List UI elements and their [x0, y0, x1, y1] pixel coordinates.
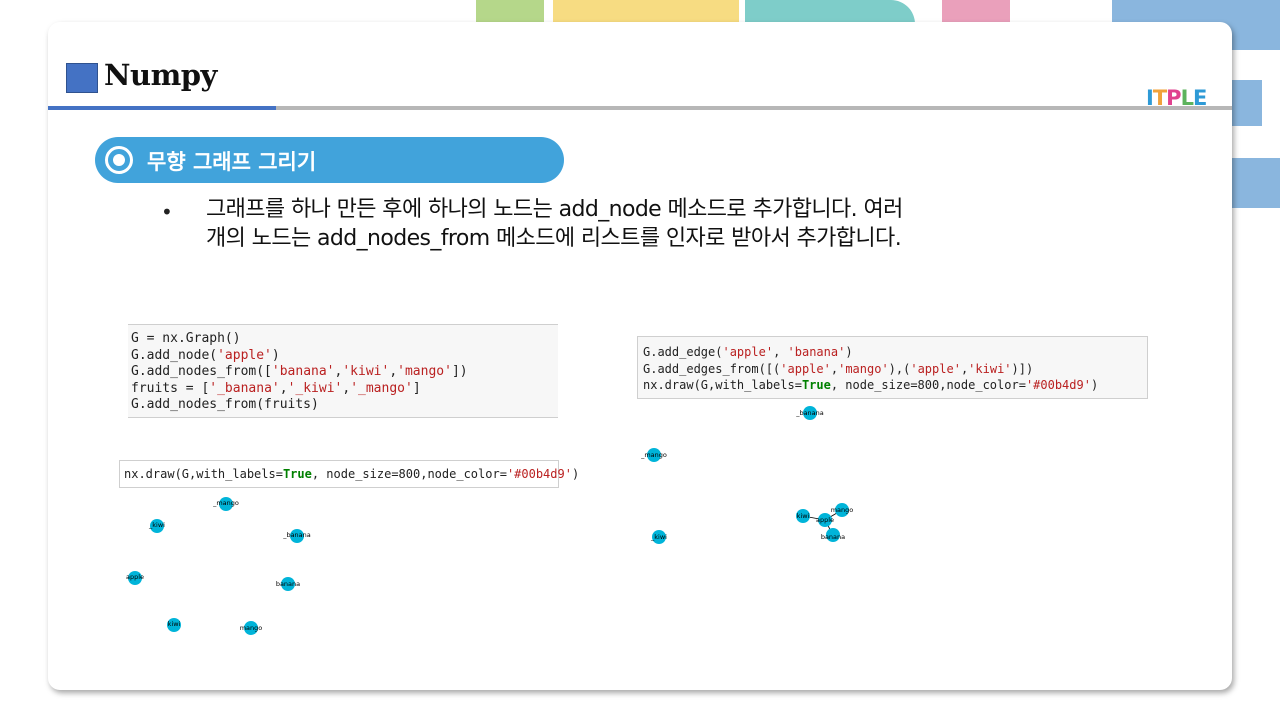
code-string: 'apple' [780, 361, 831, 376]
code-token: , [279, 380, 288, 396]
code-token: , node_size=800,node_color= [830, 378, 1026, 392]
code-token: , [342, 380, 351, 396]
code-token: G.add_edges_from([( [643, 361, 781, 376]
code-token: , [830, 361, 839, 376]
code-line: nx.draw(G,with_labels=True, node_size=80… [643, 377, 1147, 394]
code-string: 'banana' [787, 345, 846, 359]
code-string: 'apple' [217, 347, 272, 363]
code-line: G.add_edge('apple', 'banana') [643, 344, 1147, 361]
code-line: G = nx.Graph() [131, 331, 241, 346]
code-string: 'mango' [397, 364, 452, 379]
code-token: ) [571, 467, 580, 481]
code-token: nx.draw(G,with_labels= [643, 378, 802, 392]
section-title: 무향 그래프 그리기 [147, 150, 317, 174]
logo-letter: P [1166, 86, 1181, 110]
code-token: ),( [888, 361, 911, 376]
section-header: 무향 그래프 그리기 [95, 137, 564, 183]
code-token: ] [412, 380, 421, 396]
target-circle-icon [105, 146, 133, 174]
code-token: )]) [1011, 361, 1034, 376]
code-line: G.add_node('apple') [131, 348, 558, 365]
code-token: G.add_edge( [643, 345, 723, 359]
bullet-line: 그래프를 하나 만든 후에 하나의 노드는 add_node 메소드로 추가합니… [206, 197, 903, 222]
bullet-icon: • [161, 200, 173, 224]
decor-side-block [1232, 158, 1280, 208]
code-line: G.add_nodes_from(fruits) [131, 397, 319, 412]
code-line: fruits = ['_banana','_kiwi','_mango'] [131, 381, 558, 398]
code-token: ) [1090, 378, 1099, 392]
logo-letter: E [1192, 86, 1207, 110]
code-token: G.add_nodes_from([ [131, 364, 272, 379]
itple-logo: ITPLE [1146, 86, 1207, 110]
code-string: '#00b4d9' [506, 467, 572, 481]
decor-tab-yellow [553, 0, 739, 24]
code-cell-add-edges: G.add_edge('apple', 'banana') G.add_edges… [637, 336, 1148, 399]
code-cell-draw: nx.draw(G,with_labels=True, node_size=80… [119, 460, 579, 488]
code-string: 'banana' [271, 364, 335, 379]
code-line: G.add_edges_from([('apple','mango'),('ap… [643, 361, 1147, 378]
code-token: , [389, 364, 398, 379]
code-keyword: True [282, 467, 312, 481]
code-string: 'kiwi' [342, 364, 390, 379]
title-square-icon [66, 63, 98, 93]
code-string: 'mango' [838, 361, 889, 376]
code-string: 'apple' [722, 345, 774, 359]
bullet-line: 개의 노드는 add_nodes_from 메소드에 리스트를 인자로 받아서 … [206, 226, 902, 251]
code-keyword: True [801, 378, 831, 392]
code-cell-create-graph: G = nx.Graph() G.add_node('apple') G.add_n… [128, 324, 558, 418]
title-divider-accent [48, 106, 276, 110]
logo-letter: T [1152, 86, 1167, 110]
code-token: ) [845, 345, 853, 359]
bullet-text: 그래프를 하나 만든 후에 하나의 노드는 add_node 메소드로 추가합니… [206, 195, 1126, 253]
slide-title: Numpy [104, 58, 217, 92]
code-line: G.add_nodes_from(['banana','kiwi','mango… [131, 364, 558, 381]
code-string: '#00b4d9' [1025, 378, 1091, 392]
logo-letter: L [1180, 86, 1194, 110]
logo-letter: I [1146, 86, 1154, 110]
code-token: G.add_node( [131, 347, 218, 363]
code-string: '_banana' [209, 380, 280, 396]
code-token: ) [271, 347, 280, 363]
code-token: , node_size=800,node_color= [311, 467, 507, 481]
code-token: fruits = [ [131, 380, 210, 396]
code-token: nx.draw(G,with_labels= [124, 467, 283, 481]
code-string: 'apple' [910, 361, 961, 376]
decor-tab-green [476, 0, 544, 24]
decor-tab-pink [942, 0, 1010, 24]
code-string: '_kiwi' [287, 380, 343, 396]
code-string: 'kiwi' [968, 361, 1012, 376]
code-token: , [773, 345, 788, 359]
code-token: ]) [451, 364, 468, 379]
code-string: '_mango' [350, 380, 413, 396]
decor-side-block [1232, 80, 1262, 126]
decor-tab-teal [745, 0, 915, 24]
